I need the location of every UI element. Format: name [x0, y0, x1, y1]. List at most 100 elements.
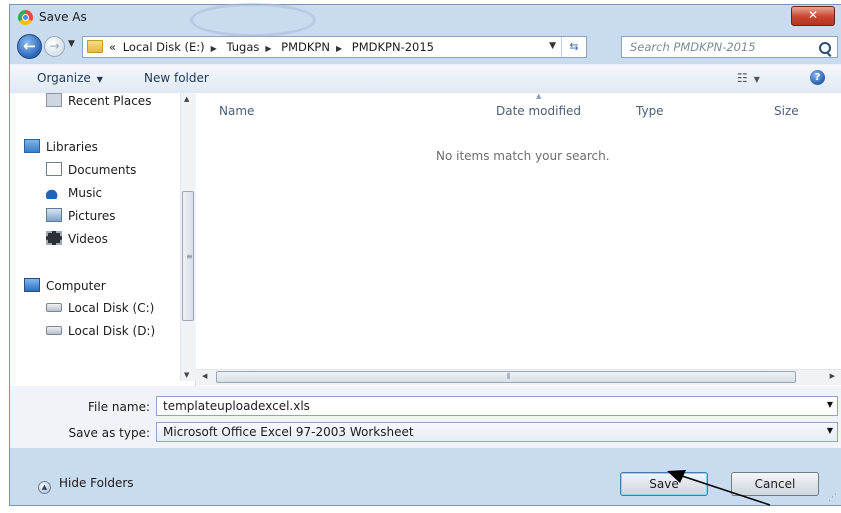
chevron-down-icon: ▼: [753, 75, 760, 84]
save-as-dialog: Save As ✕ ← → ▼ « Local Disk (E:) ▶ Tugas…: [9, 3, 841, 506]
sidebar-item-label: Local Disk (D:): [68, 324, 156, 338]
address-dropdown-icon[interactable]: ▼: [549, 41, 556, 51]
scroll-down-icon[interactable]: ▼: [184, 371, 189, 379]
folder-icon: [87, 40, 103, 53]
collapse-up-icon: ▲: [38, 481, 51, 494]
chevron-down-icon[interactable]: ▼: [827, 426, 833, 435]
close-button[interactable]: ✕: [791, 6, 835, 26]
libraries-icon: [24, 139, 40, 153]
new-folder-button[interactable]: New folder: [144, 71, 209, 85]
help-icon[interactable]: ?: [810, 70, 825, 85]
sidebar-item-libraries[interactable]: Libraries: [24, 139, 98, 154]
scroll-up-icon[interactable]: ▲: [184, 95, 189, 103]
chrome-icon: [18, 10, 33, 25]
refresh-button[interactable]: ⇆: [561, 37, 586, 57]
sidebar-item-documents[interactable]: Documents: [46, 162, 136, 177]
sidebar-item-local-disk-d[interactable]: Local Disk (D:): [46, 324, 155, 338]
organize-label: Organize: [37, 71, 91, 85]
sort-ascending-icon: ▲: [536, 92, 542, 100]
save-options-form: File name: templateuploadexcel.xls ▼ Sav…: [10, 386, 841, 448]
chevron-down-icon: ▼: [96, 75, 103, 84]
scroll-right-icon[interactable]: ▶: [830, 372, 835, 380]
dialog-footer: ▲ Hide Folders Save Cancel ⋰: [10, 448, 841, 505]
sidebar-item-computer[interactable]: Computer: [24, 278, 106, 293]
forward-arrow-icon: →: [49, 39, 60, 53]
breadcrumb-overflow[interactable]: «: [109, 40, 116, 54]
sidebar-item-label: Computer: [46, 279, 106, 293]
column-header-date-modified[interactable]: Date modified: [496, 104, 581, 118]
horizontal-scrollbar[interactable]: ◀ ⦀ ▶: [196, 369, 841, 385]
recent-locations-dropdown[interactable]: ▼: [68, 39, 75, 49]
documents-icon: [46, 162, 62, 176]
save-as-type-value: Microsoft Office Excel 97-2003 Worksheet: [163, 425, 414, 439]
grip-icon: ⦀: [507, 372, 511, 381]
sidebar-item-music[interactable]: Music: [46, 185, 102, 200]
file-name-value: templateuploadexcel.xls: [163, 399, 310, 413]
breadcrumb-item[interactable]: PMDKPN-2015: [352, 40, 434, 54]
file-list-pane: Name ▲ Date modified Type Size No items …: [196, 92, 841, 386]
command-toolbar: Organize ▼ New folder ☷ ▼ ?: [10, 64, 841, 94]
chevron-right-icon[interactable]: ▶: [211, 44, 217, 53]
disk-icon: [46, 326, 62, 335]
file-name-field[interactable]: templateuploadexcel.xls ▼: [156, 396, 838, 416]
empty-results-message: No items match your search.: [436, 149, 610, 163]
navigation-pane: Recent Places Libraries Documents Music …: [10, 93, 196, 386]
resize-grip-icon[interactable]: ⋰: [828, 493, 837, 503]
column-header-size[interactable]: Size: [774, 104, 799, 118]
sidebar-item-label: Recent Places: [68, 94, 152, 108]
breadcrumb-item[interactable]: Tugas: [226, 40, 259, 54]
sidebar-item-recent-places[interactable]: Recent Places: [46, 93, 151, 108]
scrollbar-thumb[interactable]: ⦀: [216, 371, 796, 383]
sidebar-item-label: Local Disk (C:): [68, 301, 155, 315]
view-options-button[interactable]: ☷ ▼: [737, 71, 760, 85]
pictures-icon: [46, 208, 62, 222]
browser-content: Recent Places Libraries Documents Music …: [10, 92, 841, 386]
sidebar-item-label: Pictures: [68, 209, 116, 223]
forward-button[interactable]: →: [44, 36, 65, 57]
sidebar-item-label: Libraries: [46, 140, 98, 154]
sidebar-item-label: Music: [68, 186, 103, 200]
save-as-type-select[interactable]: Microsoft Office Excel 97-2003 Worksheet…: [156, 422, 838, 442]
navigation-bar: ← → ▼ « Local Disk (E:) ▶ Tugas ▶ PMDKPN ▶ …: [10, 32, 841, 64]
search-box[interactable]: Search PMDKPN-2015: [621, 36, 838, 58]
organize-button[interactable]: Organize ▼: [37, 71, 103, 85]
save-button[interactable]: Save: [620, 472, 708, 496]
column-header-type[interactable]: Type: [636, 104, 664, 118]
sidebar-item-local-disk-c[interactable]: Local Disk (C:): [46, 301, 154, 315]
grip-icon: ≡: [186, 252, 193, 261]
breadcrumb-item[interactable]: Local Disk (E:): [123, 40, 205, 54]
sidebar-item-label: Videos: [68, 232, 108, 246]
refresh-icon: ⇆: [569, 40, 579, 53]
computer-icon: [24, 278, 40, 292]
view-icon: ☷: [737, 71, 748, 85]
sidebar-item-pictures[interactable]: Pictures: [46, 208, 116, 223]
breadcrumb-item[interactable]: PMDKPN: [281, 40, 330, 54]
column-header-name[interactable]: Name: [219, 104, 254, 118]
back-arrow-icon: ←: [23, 37, 36, 55]
search-input[interactable]: Search PMDKPN-2015: [630, 40, 756, 54]
disk-icon: [46, 303, 62, 312]
cancel-button[interactable]: Cancel: [731, 472, 819, 496]
sidebar-item-label: Documents: [68, 163, 137, 177]
navigation-scrollbar[interactable]: ▲ ≡ ▼: [180, 93, 196, 381]
back-button[interactable]: ←: [17, 34, 42, 59]
scroll-left-icon[interactable]: ◀: [202, 372, 207, 380]
sidebar-item-videos[interactable]: Videos: [46, 231, 108, 246]
file-name-label: File name:: [88, 400, 150, 414]
close-icon: ✕: [807, 8, 819, 22]
hide-folders-label: Hide Folders: [59, 476, 134, 490]
breadcrumb: « Local Disk (E:) ▶ Tugas ▶ PMDKPN ▶ PMDKPN…: [109, 40, 437, 54]
search-icon[interactable]: [819, 42, 831, 54]
address-bar[interactable]: « Local Disk (E:) ▶ Tugas ▶ PMDKPN ▶ PMDKPN…: [82, 36, 587, 58]
recent-places-icon: [46, 93, 62, 107]
hide-folders-button[interactable]: ▲ Hide Folders: [38, 476, 134, 494]
dialog-title: Save As: [39, 10, 87, 24]
save-as-type-label: Save as type:: [68, 426, 150, 440]
scrollbar-thumb[interactable]: ≡: [182, 191, 194, 321]
music-icon: [46, 185, 62, 199]
title-bar: Save As ✕: [10, 3, 841, 37]
videos-icon: [46, 231, 62, 245]
chevron-down-icon[interactable]: ▼: [827, 400, 833, 409]
chevron-right-icon[interactable]: ▶: [336, 44, 342, 53]
chevron-right-icon[interactable]: ▶: [265, 44, 271, 53]
